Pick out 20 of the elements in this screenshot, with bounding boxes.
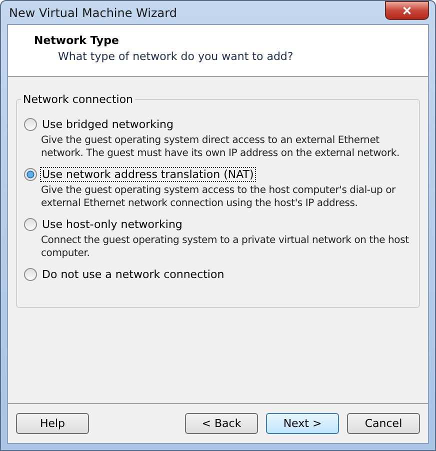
nav-button[interactable]: Cancel bbox=[347, 413, 420, 434]
page-title: Network Type bbox=[34, 34, 120, 47]
close-button[interactable]: ✕ bbox=[385, 1, 429, 20]
option-description: Give the guest operating system access to the host computer's dial-up or external Ethernet network connection using the host's IP address. bbox=[41, 184, 397, 210]
help-button[interactable]: Help bbox=[16, 413, 89, 434]
radio-button[interactable] bbox=[24, 218, 37, 231]
option-description: Give the guest operating system direct access to an external Ethernet network. The guest must have its own IP address on the external network. bbox=[41, 134, 400, 160]
option-description: Connect the guest operating system to a private virtual network on the host computer. bbox=[41, 234, 410, 260]
page-subtitle: What type of network do you want to add? bbox=[58, 50, 294, 63]
radio-button[interactable] bbox=[24, 168, 37, 181]
nav-button[interactable]: Next > bbox=[266, 413, 339, 434]
window-title: New Virtual Machine Wizard bbox=[8, 6, 177, 20]
radio-label[interactable]: Use network address translation (NAT) bbox=[41, 168, 255, 181]
radio-button[interactable] bbox=[24, 118, 37, 131]
nav-button[interactable]: < Back bbox=[185, 413, 258, 434]
radio-button[interactable] bbox=[24, 268, 37, 281]
radio-label[interactable]: Use bridged networking bbox=[41, 118, 175, 131]
group-title: Network connection bbox=[22, 93, 134, 106]
radio-label[interactable]: Do not use a network connection bbox=[41, 268, 226, 281]
radio-label[interactable]: Use host-only networking bbox=[41, 218, 184, 231]
